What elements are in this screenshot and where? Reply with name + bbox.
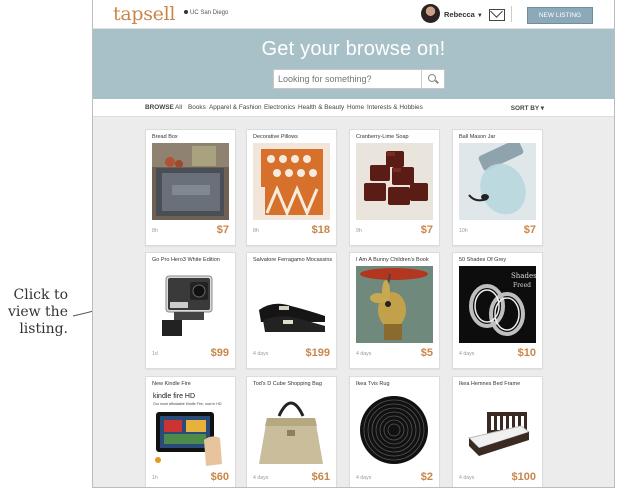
callout-line-3: listing. [19, 321, 68, 337]
listing-card-go-pro-hero3[interactable]: Go Pro Hero3 White Edition 1d $99 [145, 252, 236, 369]
listing-price: $2 [420, 471, 433, 483]
listing-image[interactable] [152, 143, 229, 220]
listing-card-ikea-tvis-rug[interactable]: Ikea Tvis Rug 4 days $2 [349, 376, 440, 487]
category-bar: BROWSE All Books Apparel & Fashion Elect… [93, 99, 614, 117]
listing-title: New Kindle Fire [152, 381, 191, 387]
divider [511, 6, 512, 22]
mail-icon[interactable] [489, 9, 505, 21]
listing-price: $99 [210, 347, 229, 359]
listing-title: Salvatore Ferragamo Mocassins [253, 257, 333, 263]
listing-card-ikea-hemnes-bed-frame[interactable]: Ikea Hemnes Bed Frame 4 days $100 [452, 376, 543, 487]
listing-card-ferragamo-mocassins[interactable]: Salvatore Ferragamo Mocassins 4 days $19… [246, 252, 337, 369]
category-health-beauty[interactable]: Health & Beauty [298, 104, 344, 111]
listing-time: 1h [152, 475, 158, 481]
listing-image[interactable] [253, 143, 330, 220]
logo[interactable]: tapsell [113, 3, 175, 25]
listing-card-cranberry-lime-soap[interactable]: Cranberry-Lime Soap 9h $7 [349, 129, 440, 246]
listing-price: $61 [311, 471, 330, 483]
listing-card-bunny-childrens-book[interactable]: I Am A Bunny Children's Book 4 days $5 [349, 252, 440, 369]
listing-card-tods-d-cube-bag[interactable]: Tod's D Cube Shopping Bag 4 days $61 [246, 376, 337, 487]
listing-title: Bread Box [152, 134, 178, 140]
listing-time: 4 days [253, 475, 269, 481]
listing-card-ball-mason-jar[interactable]: Ball Mason Jar 10h $7 [452, 129, 543, 246]
listing-image[interactable]: Shades Freed [459, 266, 536, 343]
listing-price: $18 [311, 224, 330, 236]
category-home[interactable]: Home [347, 104, 364, 111]
listing-price: $100 [511, 471, 536, 483]
listing-time: 8h [253, 228, 259, 234]
listing-time: 8h [152, 228, 158, 234]
callout-annotation: Click to view the listing. [0, 287, 68, 338]
listing-time: 1d [152, 351, 158, 357]
category-interests-hobbies[interactable]: Interests & Hobbies [367, 104, 423, 111]
listing-title: Cranberry-Lime Soap [356, 134, 409, 140]
listing-time: 10h [459, 228, 468, 234]
listing-price: $7 [523, 224, 536, 236]
chevron-down-icon: ▼ [476, 13, 483, 19]
listing-title: Go Pro Hero3 White Edition [152, 257, 220, 263]
user-menu[interactable]: Rebecca ▼ [444, 10, 483, 19]
search-icon[interactable] [421, 70, 444, 88]
listing-image[interactable] [253, 266, 330, 343]
listing-card-decorative-pillows[interactable]: Decorative Pillows 8h $18 [246, 129, 337, 246]
callout-line-1: Click to [13, 287, 69, 303]
listing-time: 4 days [356, 475, 372, 481]
listing-image[interactable] [356, 143, 433, 220]
listing-price: $10 [517, 347, 536, 359]
sort-by-label: SORT BY [510, 105, 540, 112]
listing-time: 4 days [459, 475, 475, 481]
listing-title: Ikea Tvis Rug [356, 381, 390, 387]
category-books[interactable]: Books [188, 104, 206, 111]
listing-price: $7 [420, 224, 433, 236]
listing-card-50-shades-of-grey[interactable]: 50 Shades Of Grey Shades Freed 4 days $10 [452, 252, 543, 369]
listing-price: $5 [420, 347, 433, 359]
listing-title: 50 Shades Of Grey [459, 257, 507, 263]
new-listing-button[interactable]: NEW LISTING [527, 7, 593, 24]
top-bar: tapsell UC San Diego Rebecca ▼ NEW LISTIN… [93, 0, 614, 29]
search-input[interactable] [278, 70, 416, 88]
callout-line-2: view the [7, 304, 68, 320]
listing-image[interactable] [459, 390, 536, 467]
kindle-tagline-text: Our most affordable Kindle Fire, now in … [153, 402, 222, 406]
listing-title: Tod's D Cube Shopping Bag [253, 381, 322, 387]
listing-time: 4 days [253, 351, 269, 357]
listing-image[interactable] [356, 266, 433, 343]
hero-title: Get your browse on! [261, 38, 446, 60]
browser-window: tapsell UC San Diego Rebecca ▼ NEW LISTIN… [92, 0, 615, 488]
hero-banner: Get your browse on! [93, 29, 614, 99]
listing-image[interactable]: kindle fire HD Our most affordable Kindle… [152, 390, 229, 467]
listing-time: 4 days [459, 351, 475, 357]
user-name: Rebecca [444, 10, 475, 19]
sort-by-dropdown[interactable]: SORT BY ▾ [511, 104, 544, 112]
listing-title: Ball Mason Jar [459, 134, 496, 140]
kindle-brand-text: kindle fire HD [153, 393, 195, 400]
browse-label: BROWSE [145, 104, 174, 111]
location-pin-icon [184, 10, 188, 15]
listing-price: $60 [210, 471, 229, 483]
listing-time: 9h [356, 228, 362, 234]
search-box [273, 69, 445, 89]
listing-card-new-kindle-fire[interactable]: New Kindle Fire kindle fire HD Our most a… [145, 376, 236, 487]
category-apparel-fashion[interactable]: Apparel & Fashion [209, 104, 262, 111]
location-selector[interactable]: UC San Diego [184, 10, 228, 16]
listing-image[interactable] [152, 266, 229, 343]
listing-price: $199 [305, 347, 330, 359]
listing-card-bread-box[interactable]: Bread Box 8h $7 [145, 129, 236, 246]
book-cover-text: Shades [511, 272, 536, 280]
location-label: UC San Diego [190, 10, 229, 16]
listing-image[interactable] [459, 143, 536, 220]
listing-image[interactable] [356, 390, 433, 467]
category-electronics[interactable]: Electronics [264, 104, 295, 111]
listing-title: Ikea Hemnes Bed Frame [459, 381, 521, 387]
avatar[interactable] [421, 4, 440, 23]
listing-price: $7 [216, 224, 229, 236]
listing-title: I Am A Bunny Children's Book [356, 257, 429, 263]
category-all[interactable]: All [175, 104, 182, 111]
listing-time: 4 days [356, 351, 372, 357]
listing-title: Decorative Pillows [253, 134, 298, 140]
book-cover-text: Freed [513, 282, 531, 289]
listing-image[interactable] [253, 390, 330, 467]
